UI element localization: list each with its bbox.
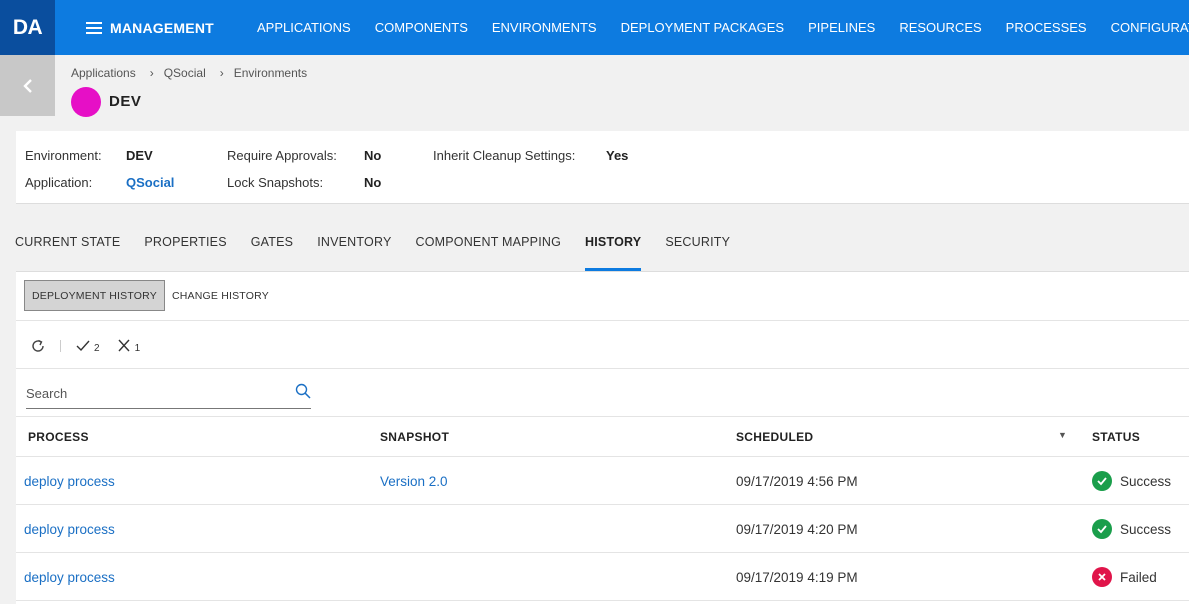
status-text: Success xyxy=(1120,521,1172,537)
tab-inventory[interactable]: INVENTORY xyxy=(317,235,391,271)
column-header-process[interactable]: PROCESS xyxy=(28,430,89,444)
scheduled-time: 09/17/2019 4:20 PM xyxy=(736,522,858,537)
tab-component-mapping[interactable]: COMPONENT MAPPING xyxy=(415,235,561,271)
application-label: Application: xyxy=(25,175,93,190)
search-box xyxy=(26,375,311,409)
tab-security[interactable]: SECURITY xyxy=(665,235,730,271)
history-subtabs: DEPLOYMENT HISTORY CHANGE HISTORY xyxy=(24,280,276,311)
scheduled-time: 09/17/2019 4:56 PM xyxy=(736,474,858,489)
breadcrumb-environments[interactable]: Environments xyxy=(234,66,307,80)
process-link[interactable]: deploy process xyxy=(24,570,115,585)
status-text: Success xyxy=(1120,473,1172,489)
column-header-snapshot[interactable]: SNAPSHOT xyxy=(380,430,449,444)
failed-filter-button[interactable]: 1 xyxy=(116,338,141,354)
sort-descending-icon[interactable]: ▼ xyxy=(1058,430,1067,440)
environment-tabs: CURRENT STATE PROPERTIES GATES INVENTORY… xyxy=(15,235,754,271)
table-row: deploy process 09/17/2019 4:20 PM Succes… xyxy=(16,505,1189,553)
breadcrumb: Applications › QSocial › Environments xyxy=(71,66,307,80)
search-input[interactable] xyxy=(26,383,276,403)
deployment-history-button[interactable]: DEPLOYMENT HISTORY xyxy=(24,280,165,311)
success-icon xyxy=(1092,471,1112,491)
column-header-scheduled[interactable]: SCHEDULED xyxy=(736,430,813,444)
chevron-left-icon xyxy=(22,78,32,93)
success-filter-button[interactable]: 2 xyxy=(75,338,100,354)
environment-label: Environment: xyxy=(25,148,102,163)
lock-snapshots-label: Lock Snapshots: xyxy=(227,175,324,190)
chevron-right-icon: › xyxy=(149,66,154,80)
environment-info-panel: Environment: DEV Application: QSocial Re… xyxy=(16,131,1189,204)
success-icon xyxy=(1092,519,1112,539)
management-menu[interactable]: MANAGEMENT xyxy=(86,0,214,55)
process-link[interactable]: deploy process xyxy=(24,522,115,537)
hamburger-icon[interactable] xyxy=(86,21,102,34)
page-title: DEV xyxy=(109,93,142,110)
history-panel: DEPLOYMENT HISTORY CHANGE HISTORY 2 1 PR… xyxy=(16,271,1189,604)
divider xyxy=(16,368,1189,369)
change-history-button[interactable]: CHANGE HISTORY xyxy=(165,280,276,311)
environment-color-dot xyxy=(71,87,101,117)
application-link[interactable]: QSocial xyxy=(126,175,174,190)
breadcrumb-qsocial[interactable]: QSocial xyxy=(164,66,206,80)
inherit-cleanup-label: Inherit Cleanup Settings: xyxy=(433,148,576,163)
status-badge: Failed xyxy=(1092,567,1157,587)
tab-history[interactable]: HISTORY xyxy=(585,235,642,271)
check-icon xyxy=(76,340,90,352)
snapshot-link[interactable]: Version 2.0 xyxy=(380,474,448,489)
nav-environments[interactable]: ENVIRONMENTS xyxy=(492,20,597,35)
status-badge: Success xyxy=(1092,471,1171,491)
refresh-button[interactable] xyxy=(30,338,46,354)
status-text: Failed xyxy=(1120,569,1157,585)
status-badge: Success xyxy=(1092,519,1171,539)
app-logo[interactable]: DA xyxy=(0,0,55,55)
divider xyxy=(16,320,1189,321)
tab-properties[interactable]: PROPERTIES xyxy=(144,235,226,271)
lock-snapshots-value: No xyxy=(364,175,382,190)
tab-gates[interactable]: GATES xyxy=(251,235,293,271)
require-approvals-value: No xyxy=(364,148,382,163)
nav-pipelines[interactable]: PIPELINES xyxy=(808,20,875,35)
toolbar-separator xyxy=(60,340,61,352)
nav-configurations[interactable]: CONFIGURATIONS xyxy=(1111,20,1189,35)
nav-deployment-packages[interactable]: DEPLOYMENT PACKAGES xyxy=(621,20,785,35)
tab-current-state[interactable]: CURRENT STATE xyxy=(15,235,120,271)
table-row: deploy process Version 2.0 09/17/2019 4:… xyxy=(16,457,1189,505)
failed-icon xyxy=(1092,567,1112,587)
environment-value: DEV xyxy=(126,148,153,163)
refresh-icon xyxy=(32,339,44,352)
process-link[interactable]: deploy process xyxy=(24,474,115,489)
scheduled-time: 09/17/2019 4:19 PM xyxy=(736,570,858,585)
chevron-right-icon: › xyxy=(219,66,224,80)
nav-components[interactable]: COMPONENTS xyxy=(375,20,468,35)
inherit-cleanup-value: Yes xyxy=(606,148,629,163)
nav-applications[interactable]: APPLICATIONS xyxy=(257,20,351,35)
history-toolbar: 2 1 xyxy=(30,336,140,356)
management-label[interactable]: MANAGEMENT xyxy=(110,20,214,36)
main-nav: APPLICATIONS COMPONENTS ENVIRONMENTS DEP… xyxy=(257,0,1189,55)
column-header-status[interactable]: STATUS xyxy=(1092,430,1140,444)
nav-resources[interactable]: RESOURCES xyxy=(899,20,981,35)
success-count: 2 xyxy=(94,343,100,354)
back-button[interactable] xyxy=(0,55,55,116)
require-approvals-label: Require Approvals: xyxy=(227,148,337,163)
close-icon xyxy=(118,339,130,352)
failed-count: 1 xyxy=(134,343,141,354)
nav-processes[interactable]: PROCESSES xyxy=(1006,20,1087,35)
breadcrumb-applications[interactable]: Applications xyxy=(71,66,136,80)
divider xyxy=(16,416,1189,417)
search-icon[interactable] xyxy=(295,383,311,399)
table-row: deploy process 09/17/2019 4:19 PM Failed xyxy=(16,553,1189,601)
top-bar: DA MANAGEMENT APPLICATIONS COMPONENTS EN… xyxy=(0,0,1189,55)
